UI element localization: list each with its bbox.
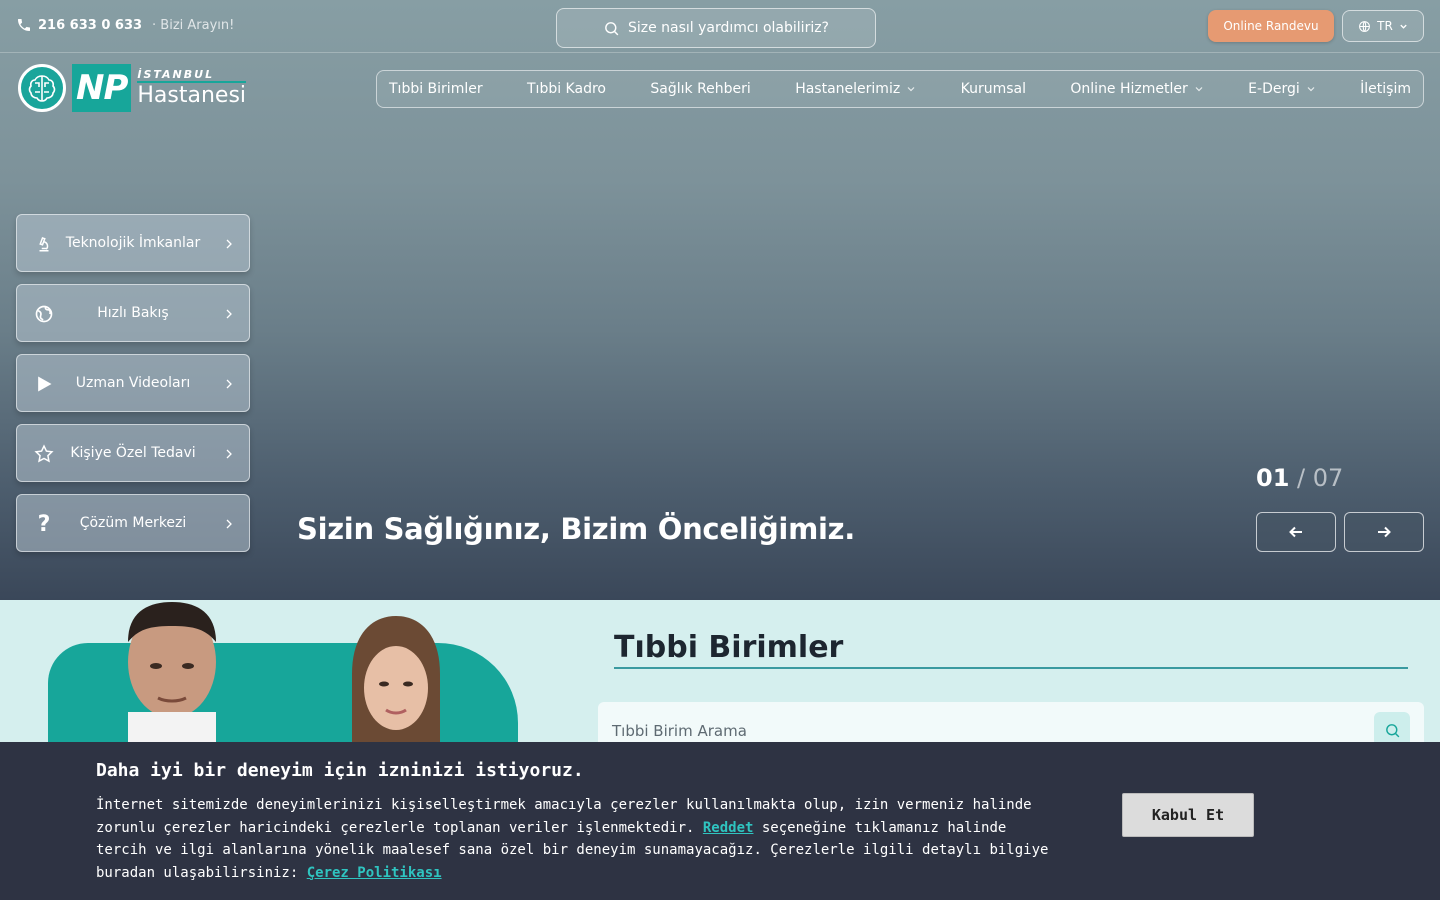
cookie-consent-banner: Daha iyi bir deneyim için izninizi istiy… <box>0 742 1440 900</box>
quick-link-hizli-bakis[interactable]: Hızlı Bakış <box>16 284 250 342</box>
nav-item-iletisim[interactable]: İletişim <box>1360 81 1411 97</box>
section-title: Tıbbi Birimler <box>614 630 844 665</box>
language-label: TR <box>1377 19 1393 33</box>
cookie-accept-button[interactable]: Kabul Et <box>1122 793 1254 837</box>
top-bar: 216 633 0 633 · Bizi Arayın! Size nasıl … <box>0 0 1440 53</box>
chevron-right-icon <box>226 379 232 389</box>
chevron-down-icon <box>907 87 915 92</box>
online-appointment-button[interactable]: Online Randevu <box>1208 10 1334 42</box>
chevron-right-icon <box>226 309 232 319</box>
chevron-right-icon <box>226 519 232 529</box>
phone-cta: · Bizi Arayın! <box>152 17 235 33</box>
nav-item-hastanelerimiz[interactable]: Hastanelerimiz <box>795 81 916 97</box>
slide-next-button[interactable] <box>1344 512 1424 552</box>
site-search-placeholder: Size nasıl yardımcı olabiliriz? <box>627 20 829 36</box>
chevron-down-icon <box>1195 87 1203 92</box>
question-icon: ? <box>37 511 51 537</box>
arrow-left-icon <box>1289 526 1302 538</box>
phone-number[interactable]: 216 633 0 633 <box>38 18 142 33</box>
quick-link-uzman-videolari[interactable]: Uzman Videoları <box>16 354 250 412</box>
nav-item-tibbi-kadro[interactable]: Tıbbi Kadro <box>527 81 606 97</box>
cookie-policy-link[interactable]: Çerez Politikası <box>307 865 442 881</box>
nav-item-label: Hastanelerimiz <box>795 81 901 97</box>
nav-item-tibbi-birimler[interactable]: Tıbbi Birimler <box>389 81 483 97</box>
arrow-right-icon <box>1378 526 1391 538</box>
doctor-photo-male <box>128 602 216 752</box>
nav-item-saglik-rehberi[interactable]: Sağlık Rehberi <box>650 81 750 97</box>
nav-item-label: Tıbbi Kadro <box>527 81 606 97</box>
hero-title: Sizin Sağlığınız, Bizim Önceliğimiz. <box>297 512 855 546</box>
cookie-reject-link[interactable]: Reddet <box>703 820 754 836</box>
nav-item-label: Tıbbi Birimler <box>389 81 483 97</box>
logo-np: NP <box>72 64 132 112</box>
nav-item-label: İletişim <box>1360 81 1411 97</box>
search-icon <box>605 21 619 35</box>
nav-item-label: Sağlık Rehberi <box>650 81 751 97</box>
logo-wordmark: İSTANBUL Hastanesi <box>137 69 247 108</box>
brain-logo-icon <box>18 64 66 112</box>
quick-link-kisiye-ozel-tedavi[interactable]: Kişiye Özel Tedavi <box>16 424 250 482</box>
quick-link-teknolojik-imkanlar[interactable]: Teknolojik İmkanlar <box>16 214 250 272</box>
nav-item-online-hizmetler[interactable]: Online Hizmetler <box>1070 81 1203 97</box>
chevron-down-icon <box>1400 24 1407 29</box>
slide-prev-button[interactable] <box>1256 512 1336 552</box>
section-divider <box>614 667 1408 669</box>
phone-icon <box>18 19 30 31</box>
quick-link-cozum-merkezi[interactable]: ? Çözüm Merkezi <box>16 494 250 552</box>
star-icon <box>33 443 55 465</box>
nav-item-label: E-Dergi <box>1248 81 1300 97</box>
nav-item-kurumsal[interactable]: Kurumsal <box>961 81 1026 97</box>
slide-total: 07 <box>1312 464 1344 492</box>
cookie-text: İnternet sitemizde deneyimlerinizi kişis… <box>96 794 1056 884</box>
slide-current: 01 <box>1256 464 1290 492</box>
nav-item-label: Kurumsal <box>960 81 1026 97</box>
main-navigation: Tıbbi Birimler Tıbbi Kadro Sağlık Rehber… <box>376 70 1424 108</box>
chevron-right-icon <box>226 239 232 249</box>
slide-separator: / <box>1297 464 1306 492</box>
chevron-right-icon <box>226 449 232 459</box>
phone-contact[interactable]: 216 633 0 633 · Bizi Arayın! <box>16 17 234 33</box>
globe-icon <box>33 303 55 325</box>
medical-unit-search-placeholder: Tıbbi Birim Arama <box>612 722 747 740</box>
globe-icon <box>1359 20 1371 32</box>
cookie-title: Daha iyi bir deneyim için izninizi istiy… <box>96 760 584 781</box>
search-icon <box>1385 723 1399 737</box>
hero-section: 216 633 0 633 · Bizi Arayın! Size nasıl … <box>0 0 1440 600</box>
chevron-down-icon <box>1307 87 1315 92</box>
logo-city: İSTANBUL <box>137 69 247 83</box>
hospital-logo[interactable]: NP İSTANBUL Hastanesi <box>18 62 247 114</box>
microscope-icon <box>33 233 55 255</box>
site-search-input[interactable]: Size nasıl yardımcı olabiliriz? <box>556 8 876 48</box>
nav-item-e-dergi[interactable]: E-Dergi <box>1248 81 1316 97</box>
nav-item-label: Online Hizmetler <box>1070 81 1188 97</box>
language-selector[interactable]: TR <box>1342 10 1424 42</box>
play-icon <box>33 373 55 395</box>
slide-counter: 01 / 07 <box>1256 464 1343 492</box>
doctor-photo-female <box>352 616 440 754</box>
logo-name: Hastanesi <box>137 83 247 108</box>
